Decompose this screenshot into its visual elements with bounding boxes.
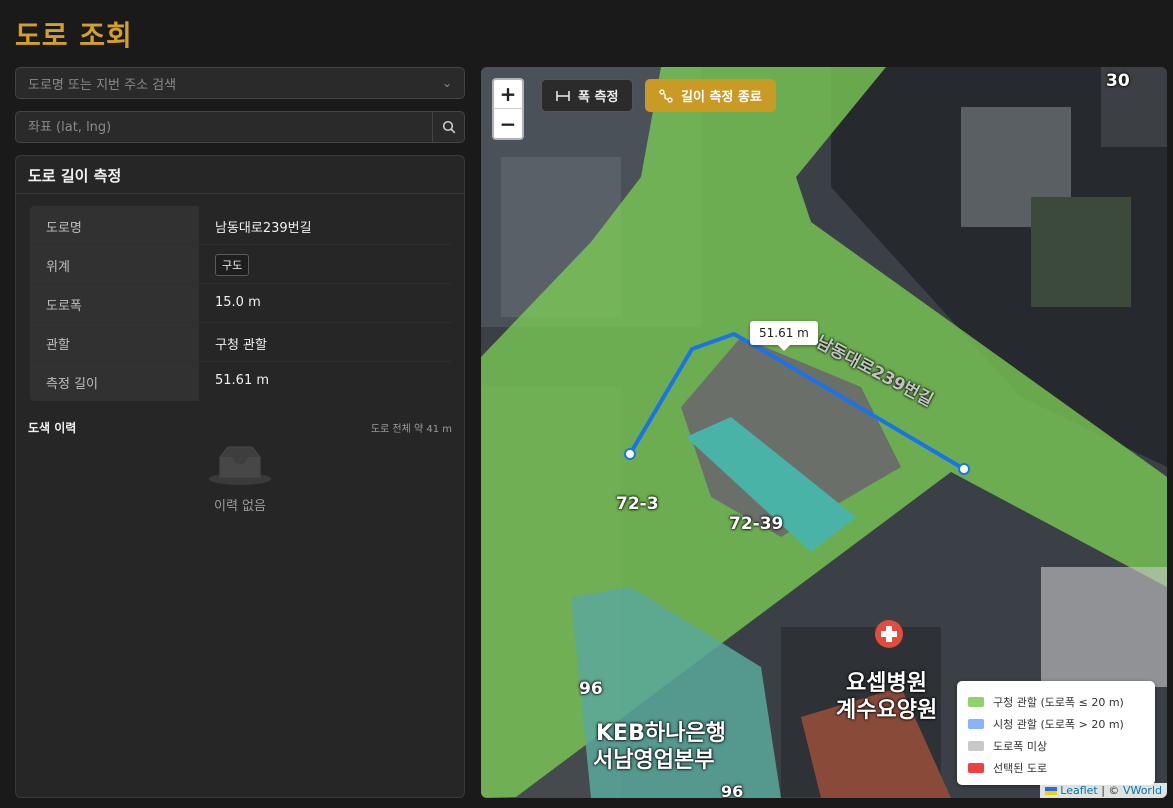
legend-swatch [968,697,984,707]
legend-label: 시청 관할 (도로폭 > 20 m) [993,718,1124,731]
map-label-lot: 72-39 [729,514,784,534]
map-label-bank: 서남영업본부 [593,748,715,773]
road-info-table: 도로명 남동대로239번길 위계 구도 도로폭 15.0 m 관할 구청 관할 … [30,206,452,401]
legend-label: 도로폭 미상 [993,740,1048,753]
coordinate-input[interactable] [15,111,433,143]
page-title: 도로 조회 [15,19,133,52]
table-row: 도로폭 15.0 m [30,284,452,323]
legend-label: 구청 관할 (도로폭 ≤ 20 m) [993,696,1124,709]
measure-tooltip: 51.61 m [750,321,818,351]
legend-item: 도로폭 미상 [968,735,1144,757]
legend-swatch [968,763,984,773]
row-key: 측정 길이 [30,362,199,401]
leaflet-link[interactable]: Leaflet [1060,784,1097,797]
map-attribution: Leaflet | © VWorld [1039,783,1167,798]
chevron-down-icon: ⌄ [441,76,452,90]
legend-label: 선택된 도로 [993,762,1048,775]
vworld-link[interactable]: VWorld [1123,784,1162,797]
hierarchy-badge: 구도 [215,254,250,276]
legend-item: 구청 관할 (도로폭 ≤ 20 m) [968,691,1144,713]
zoom-out-button[interactable]: − [494,109,522,138]
map-legend: 구청 관할 (도로폭 ≤ 20 m) 시청 관할 (도로폭 > 20 m) 도로… [957,681,1155,785]
map-view[interactable]: 남동대로239번길 72-3 72-39 96 96 30 요셉병원 계수요양원… [481,67,1167,798]
row-key: 위계 [30,245,199,283]
table-row: 관할 구청 관할 [30,323,452,362]
map-label-lot: 72-3 [616,494,659,514]
width-measure-label: 폭 측정 [578,90,619,105]
jurisdiction-value: 구청 관할 [199,323,452,361]
address-search-select[interactable]: 도로명 또는 지번 주소 검색 ⌄ [15,67,465,99]
road-width-value: 15.0 m [199,284,452,322]
panel-title: 도로 길이 측정 [16,156,464,194]
zoom-control: + − [492,78,524,140]
map-label-lot: 96 [721,782,744,798]
map-label-lot: 30 [1106,71,1130,91]
attribution-separator: | © [1097,784,1123,797]
row-key: 도로폭 [30,284,199,322]
history-header: 도색 이력 도로 전체 약 41 m [28,419,452,436]
history-empty-text: 이력 없음 [214,499,266,514]
width-ruler-icon [556,90,570,101]
legend-item: 선택된 도로 [968,757,1144,779]
map-label-lot: 96 [579,679,603,699]
history-total: 도로 전체 약 41 m [370,424,452,435]
search-placeholder: 도로명 또는 지번 주소 검색 [28,77,177,93]
legend-item: 시청 관할 (도로폭 > 20 m) [968,713,1144,735]
row-key: 관할 [30,323,199,361]
measured-length-value: 51.61 m [199,362,452,401]
route-icon [659,88,673,103]
end-length-measure-label: 길이 측정 종료 [681,90,762,105]
road-measure-panel: 도로 길이 측정 도로명 남동대로239번길 위계 구도 도로폭 15.0 m … [15,155,465,798]
legend-swatch [968,741,984,751]
search-icon [442,120,455,134]
width-measure-button[interactable]: 폭 측정 [541,79,634,112]
end-length-measure-button[interactable]: 길이 측정 종료 [645,79,776,112]
map-label-hospital: 계수요양원 [836,698,938,723]
table-row: 위계 구도 [30,245,452,284]
history-title: 도색 이력 [28,421,77,435]
zoom-in-button[interactable]: + [494,80,522,109]
row-key: 도로명 [30,206,199,244]
legend-swatch [968,719,984,729]
table-row: 도로명 남동대로239번길 [30,206,452,245]
history-empty-state: 이력 없음 [16,443,464,514]
coordinate-search [15,111,465,143]
road-name-value: 남동대로239번길 [199,206,452,244]
coordinate-search-button[interactable] [433,111,465,143]
inbox-icon [209,446,271,485]
flag-icon [1044,787,1057,795]
table-row: 측정 길이 51.61 m [30,362,452,401]
